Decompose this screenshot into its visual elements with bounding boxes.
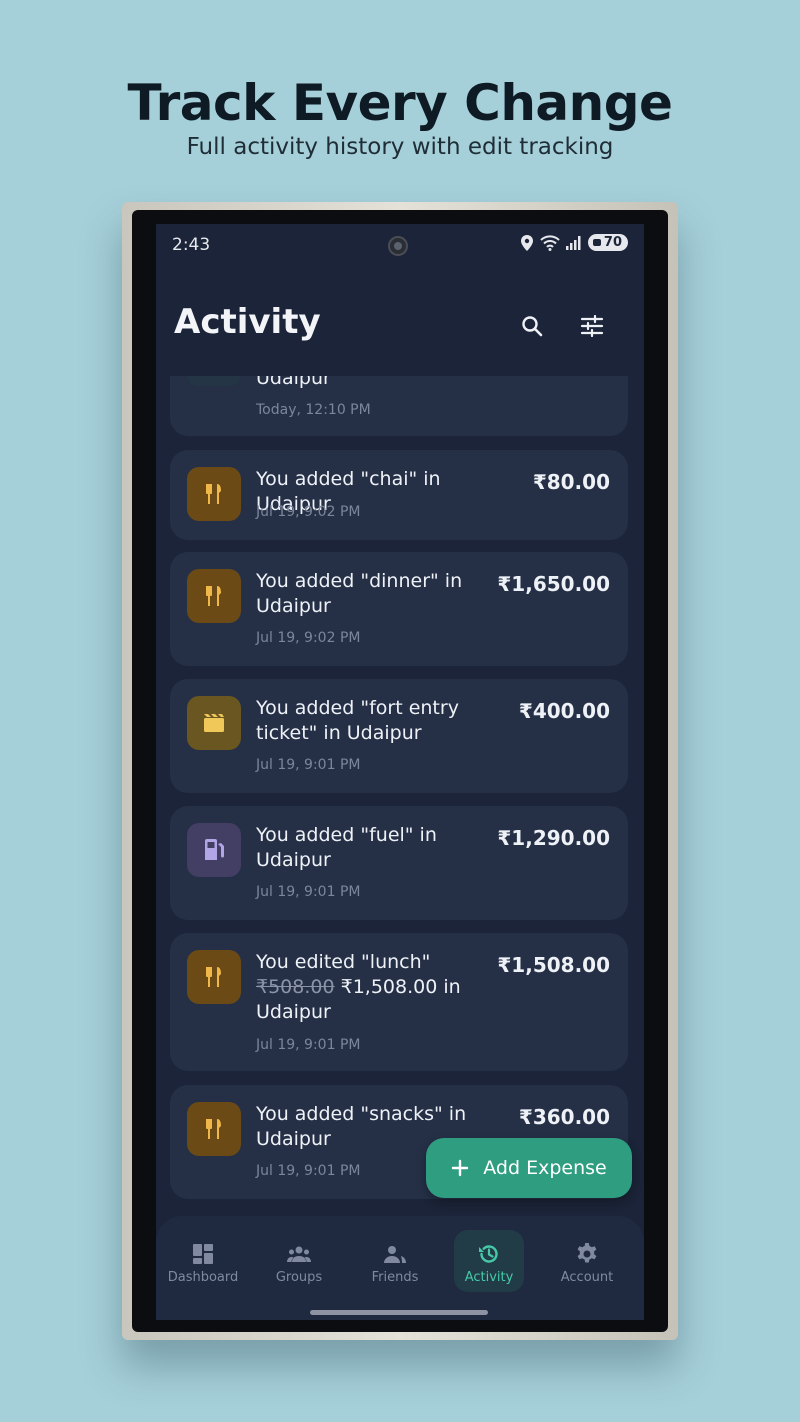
category-icon xyxy=(187,696,241,750)
location-icon xyxy=(520,234,533,251)
nav-account[interactable]: Account xyxy=(550,1230,624,1292)
gear-icon xyxy=(577,1243,597,1263)
activity-card[interactable]: You edited "lunch" ₹508.00 ₹1,508.00 in … xyxy=(170,933,628,1071)
activity-card[interactable]: You added "fort entry ticket" in Udaipur… xyxy=(170,679,628,793)
promo-subtitle: Full activity history with edit tracking xyxy=(186,134,614,160)
history-icon xyxy=(479,1245,498,1263)
plus-icon xyxy=(452,1159,469,1177)
status-icons: 70 xyxy=(520,234,628,251)
nav-label: Account xyxy=(560,1270,614,1285)
activity-amount: ₹1,508.00 xyxy=(497,953,610,977)
edit-title-prefix: You edited "lunch" xyxy=(256,951,431,973)
filter-button[interactable] xyxy=(576,310,608,342)
activity-title: Udaipur xyxy=(256,376,331,389)
nav-label: Activity xyxy=(464,1270,514,1285)
category-icon xyxy=(187,376,241,386)
activity-time: Jul 19, 9:01 PM xyxy=(256,884,361,900)
dashboard-icon xyxy=(193,1244,213,1264)
activity-title: You added "fuel" in Udaipur xyxy=(256,824,437,871)
nav-dashboard[interactable]: Dashboard xyxy=(166,1230,240,1292)
nav-label: Friends xyxy=(371,1270,419,1285)
activity-card[interactable]: You added "dinner" in Udaipur ₹1,650.00 … xyxy=(170,552,628,666)
phone-frame: 2:43 70 Activity Udaipur Today, 12:10 PM… xyxy=(122,202,678,1340)
nav-label: Groups xyxy=(275,1270,323,1285)
fork-knife-icon xyxy=(206,586,221,606)
promo-title: Track Every Change xyxy=(127,74,673,132)
activity-amount: ₹360.00 xyxy=(518,1105,610,1129)
activity-card[interactable]: You added "fuel" in Udaipur ₹1,290.00 Ju… xyxy=(170,806,628,920)
category-icon xyxy=(187,1102,241,1156)
nav-activity[interactable]: Activity xyxy=(454,1230,524,1292)
phone-screen: 2:43 70 Activity Udaipur Today, 12:10 PM… xyxy=(156,224,644,1320)
old-amount: ₹508.00 xyxy=(256,976,335,998)
battery-icon: 70 xyxy=(587,234,628,251)
activity-amount: ₹1,650.00 xyxy=(497,572,610,596)
category-icon xyxy=(187,467,241,521)
fork-knife-icon xyxy=(206,967,221,987)
activity-amount: ₹400.00 xyxy=(518,699,610,723)
status-bar: 2:43 70 xyxy=(156,224,644,268)
add-expense-button[interactable]: Add Expense xyxy=(426,1138,632,1198)
category-icon xyxy=(187,823,241,877)
activity-title: You edited "lunch" ₹508.00 ₹1,508.00 in … xyxy=(256,950,514,1025)
friends-icon xyxy=(384,1246,406,1263)
fork-knife-icon xyxy=(206,484,221,504)
fuel-pump-icon xyxy=(205,839,224,860)
activity-card[interactable]: You added "chai" in Udaipur ₹80.00 Jul 1… xyxy=(170,450,628,540)
activity-card[interactable]: Udaipur Today, 12:10 PM xyxy=(170,376,628,436)
clapperboard-icon xyxy=(204,714,224,732)
signal-icon xyxy=(565,235,581,250)
activity-title: You added "fort entry ticket" in Udaipur xyxy=(256,697,459,744)
wifi-icon xyxy=(540,234,560,251)
home-indicator[interactable] xyxy=(310,1310,488,1315)
activity-time: Jul 19, 9:01 PM xyxy=(256,1037,361,1053)
nav-label: Dashboard xyxy=(167,1270,239,1285)
activity-time: Jul 19, 9:01 PM xyxy=(256,757,361,773)
activity-time: Today, 12:10 PM xyxy=(256,402,371,418)
activity-time: Jul 19, 9:02 PM xyxy=(256,504,361,520)
nav-groups[interactable]: Groups xyxy=(262,1230,336,1292)
activity-time: Jul 19, 9:02 PM xyxy=(256,630,361,646)
activity-amount: ₹1,290.00 xyxy=(497,826,610,850)
bottom-nav: Dashboard Groups Friends Activity Accoun… xyxy=(156,1216,644,1320)
category-icon xyxy=(187,950,241,1004)
nav-friends[interactable]: Friends xyxy=(358,1230,432,1292)
filter-sliders-icon xyxy=(580,315,604,337)
fork-knife-icon xyxy=(206,1119,221,1139)
status-time: 2:43 xyxy=(172,235,211,255)
search-button[interactable] xyxy=(516,310,548,342)
activity-amount: ₹80.00 xyxy=(532,470,610,494)
activity-title: You added "dinner" in Udaipur xyxy=(256,570,463,617)
activity-time: Jul 19, 9:01 PM xyxy=(256,1163,361,1179)
app-bar: Activity xyxy=(156,294,644,354)
groups-icon xyxy=(287,1246,311,1262)
camera-cutout xyxy=(388,236,408,256)
add-expense-label: Add Expense xyxy=(483,1157,607,1179)
page-title: Activity xyxy=(174,302,321,342)
search-icon xyxy=(522,316,543,337)
category-icon xyxy=(187,569,241,623)
